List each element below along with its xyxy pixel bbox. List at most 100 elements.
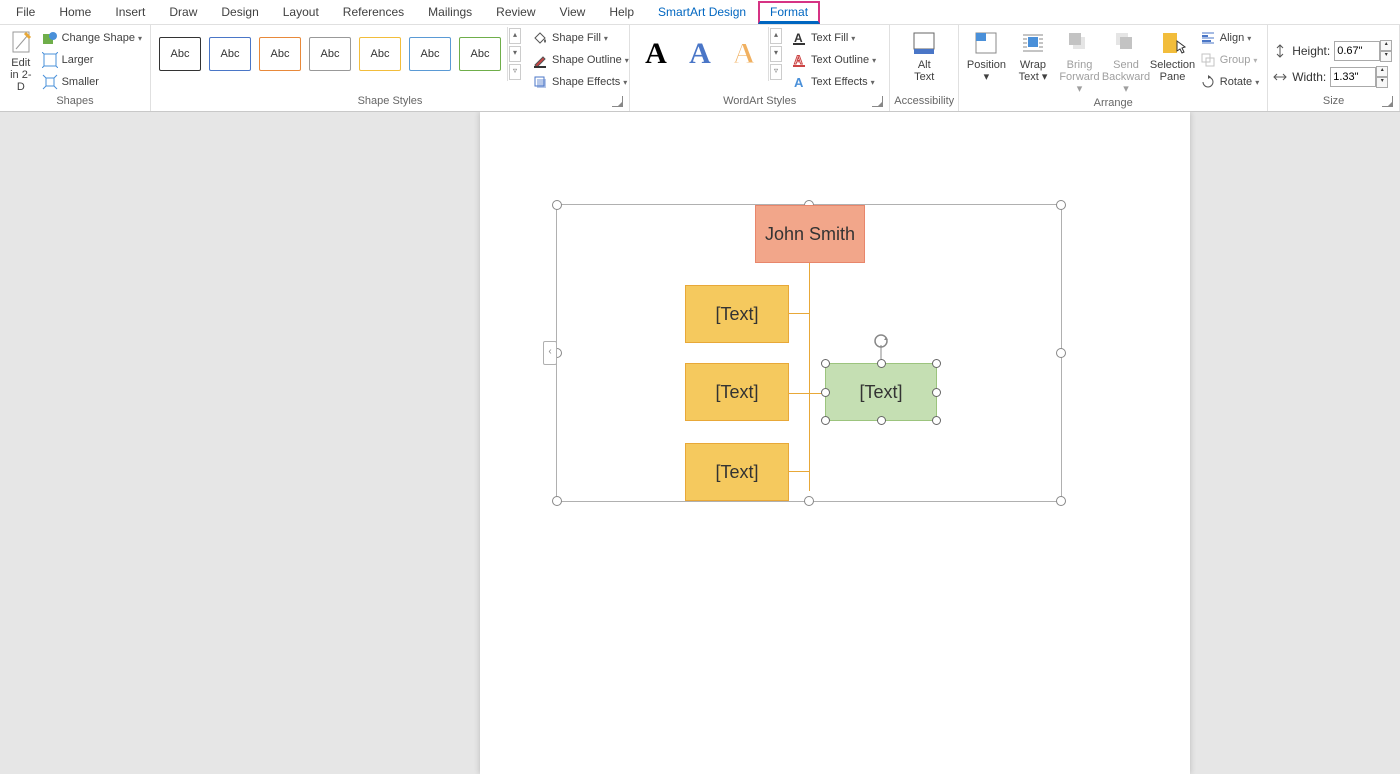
size-launcher[interactable] <box>1382 96 1393 107</box>
group-label-wordart: WordArt Styles <box>634 95 885 111</box>
sel-handle-se[interactable] <box>932 416 941 425</box>
height-icon <box>1272 43 1288 59</box>
bucket-icon <box>532 30 548 46</box>
tab-home[interactable]: Home <box>47 1 103 24</box>
wordart-launcher[interactable] <box>872 96 883 107</box>
tab-layout[interactable]: Layout <box>271 1 331 24</box>
sel-handle-n[interactable] <box>877 359 886 368</box>
tab-mailings[interactable]: Mailings <box>416 1 484 24</box>
frame-handle-ne[interactable] <box>1056 200 1066 210</box>
tab-file[interactable]: File <box>4 1 47 24</box>
tab-view[interactable]: View <box>548 1 598 24</box>
selection-pane-button[interactable]: Selection Pane <box>1149 27 1196 85</box>
shape-effects-button[interactable]: Shape Effects▾ <box>528 71 633 93</box>
tab-help[interactable]: Help <box>597 1 646 24</box>
shape-fill-button[interactable]: Shape Fill▾ <box>528 27 633 49</box>
svg-text:A: A <box>794 53 803 67</box>
smartart-text-pane-toggle[interactable]: ‹ <box>543 341 557 365</box>
wordart-gallery-down[interactable]: ▾ <box>770 46 782 62</box>
width-input[interactable] <box>1330 67 1376 87</box>
smartart-node-3[interactable]: [Text] <box>685 443 789 501</box>
position-button[interactable]: Position▾ <box>963 27 1010 85</box>
group-button[interactable]: Group▾ <box>1196 49 1263 71</box>
sel-handle-sw[interactable] <box>821 416 830 425</box>
wordart-style-2[interactable]: A <box>680 34 720 74</box>
tab-format[interactable]: Format <box>758 1 820 24</box>
shape-outline-button[interactable]: Shape Outline▾ <box>528 49 633 71</box>
height-down[interactable]: ▾ <box>1380 51 1392 62</box>
larger-button[interactable]: Larger <box>38 49 146 71</box>
shape-style-7[interactable]: Abc <box>459 37 501 71</box>
group-label-size: Size <box>1272 95 1395 111</box>
smartart-node-root[interactable]: John Smith <box>755 205 865 263</box>
send-backward-button[interactable]: Send Backward ▾ <box>1103 27 1150 97</box>
connector-h1 <box>787 313 809 314</box>
text-outline-button[interactable]: A Text Outline▾ <box>787 49 880 71</box>
smartart-frame[interactable]: ‹ John Smith [Text] [Text] [Text] [Text] <box>556 204 1062 502</box>
wordart-style-3[interactable]: A <box>724 34 764 74</box>
backward-icon <box>1112 29 1140 57</box>
svg-text:A: A <box>794 75 804 90</box>
text-fill-icon: A <box>791 30 807 46</box>
shape-style-1[interactable]: Abc <box>159 37 201 71</box>
width-up[interactable]: ▴ <box>1376 66 1388 77</box>
edit-in-2d-button[interactable]: Edit in 2-D <box>4 27 38 95</box>
height-up[interactable]: ▴ <box>1380 40 1392 51</box>
tab-insert[interactable]: Insert <box>103 1 157 24</box>
wordart-gallery-up[interactable]: ▴ <box>770 28 782 44</box>
smartart-node-selected-wrapper: [Text] <box>825 363 937 421</box>
align-button[interactable]: Align▾ <box>1196 27 1263 49</box>
shape-style-3[interactable]: Abc <box>259 37 301 71</box>
rotate-handle-icon[interactable] <box>872 333 890 359</box>
wordart-style-1[interactable]: A <box>636 34 676 74</box>
shape-style-4[interactable]: Abc <box>309 37 351 71</box>
connector-v <box>809 261 810 491</box>
frame-handle-se[interactable] <box>1056 496 1066 506</box>
text-effects-button[interactable]: A Text Effects▾ <box>787 71 880 93</box>
document-page[interactable]: ‹ John Smith [Text] [Text] [Text] [Text] <box>480 112 1190 774</box>
frame-handle-e[interactable] <box>1056 348 1066 358</box>
bring-forward-button[interactable]: Bring Forward ▾ <box>1056 27 1103 97</box>
shape-style-6[interactable]: Abc <box>409 37 451 71</box>
smaller-icon <box>42 74 58 90</box>
group-label-accessibility: Accessibility <box>894 95 954 111</box>
frame-handle-s[interactable] <box>804 496 814 506</box>
alt-text-button[interactable]: Alt Text <box>896 27 952 85</box>
tab-review[interactable]: Review <box>484 1 547 24</box>
style-gallery-down[interactable]: ▾ <box>509 46 521 62</box>
tab-design[interactable]: Design <box>209 1 270 24</box>
rotate-button[interactable]: Rotate▾ <box>1196 71 1263 93</box>
shape-style-5[interactable]: Abc <box>359 37 401 71</box>
tab-smartart-design[interactable]: SmartArt Design <box>646 1 758 24</box>
text-fill-button[interactable]: A Text Fill▾ <box>787 27 880 49</box>
workspace: ‹ John Smith [Text] [Text] [Text] [Text] <box>0 112 1400 774</box>
smartart-node-1[interactable]: [Text] <box>685 285 789 343</box>
svg-text:A: A <box>794 31 803 45</box>
shape-style-2[interactable]: Abc <box>209 37 251 71</box>
forward-icon <box>1065 29 1093 57</box>
wordart-gallery-more[interactable]: ▿ <box>770 64 782 80</box>
sel-handle-nw[interactable] <box>821 359 830 368</box>
sel-handle-s[interactable] <box>877 416 886 425</box>
style-gallery-up[interactable]: ▴ <box>509 28 521 44</box>
frame-handle-sw[interactable] <box>552 496 562 506</box>
sel-handle-w[interactable] <box>821 388 830 397</box>
height-input[interactable] <box>1334 41 1380 61</box>
edit-2d-icon <box>10 29 32 55</box>
smaller-button[interactable]: Smaller <box>38 71 146 93</box>
smartart-node-selected[interactable]: [Text] <box>825 363 937 421</box>
rotate-icon <box>1200 74 1216 90</box>
width-icon <box>1272 69 1288 85</box>
smartart-node-2[interactable]: [Text] <box>685 363 789 421</box>
style-gallery-more[interactable]: ▿ <box>509 64 521 80</box>
wrap-text-button[interactable]: Wrap Text ▾ <box>1010 27 1057 85</box>
change-shape-button[interactable]: Change Shape▾ <box>38 27 146 49</box>
shape-styles-launcher[interactable] <box>612 96 623 107</box>
width-down[interactable]: ▾ <box>1376 77 1388 88</box>
sel-handle-e[interactable] <box>932 388 941 397</box>
sel-handle-ne[interactable] <box>932 359 941 368</box>
frame-handle-nw[interactable] <box>552 200 562 210</box>
tab-references[interactable]: References <box>331 1 416 24</box>
position-icon <box>972 29 1000 57</box>
tab-draw[interactable]: Draw <box>157 1 209 24</box>
